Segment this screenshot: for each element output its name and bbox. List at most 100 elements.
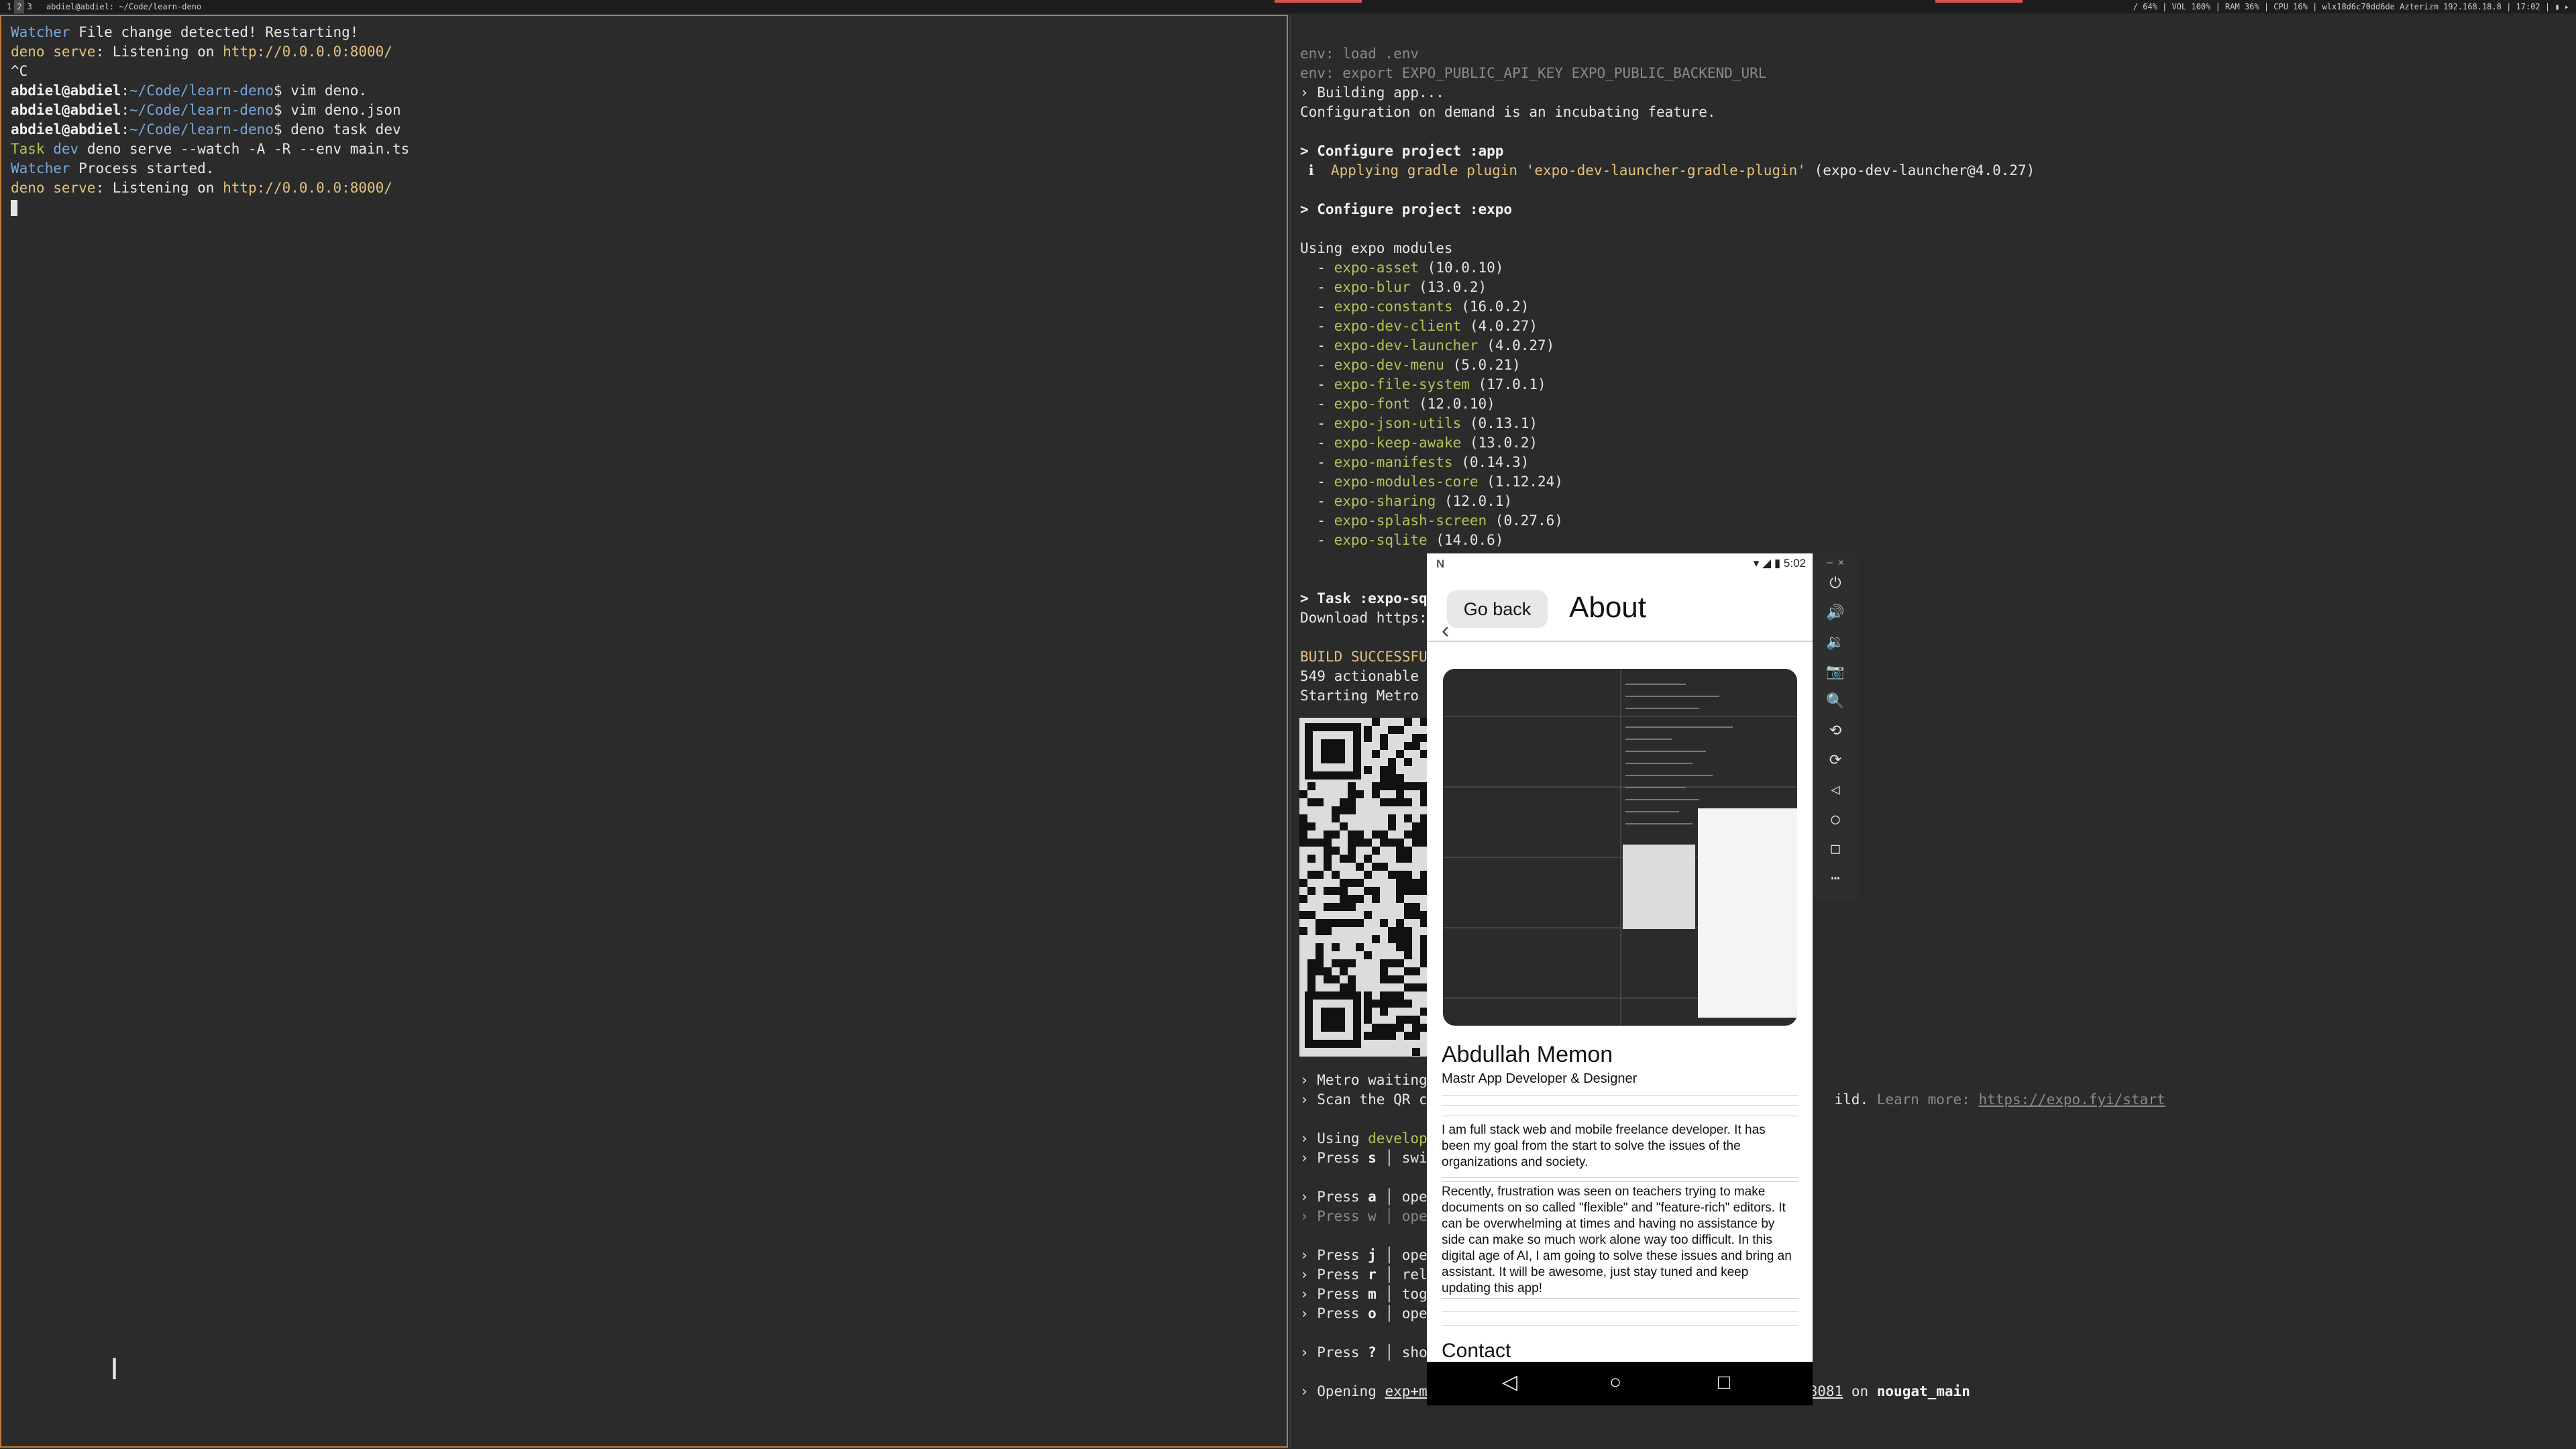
rotate-right-icon[interactable]: ⟳ [1813,752,1858,769]
terminal-text: (0.14.3) [1452,454,1529,470]
qr-module [1388,975,1396,983]
more-icon[interactable]: ⋯ [1813,870,1858,887]
workspace-2[interactable]: 2 [14,0,25,13]
system-status: / 64% | VOL 100% | RAM 36% | CPU 16% | w… [2133,2,2569,11]
qr-module [1412,839,1420,847]
terminal-line: Watcher File change detected! Restarting… [11,23,1277,42]
back-icon[interactable]: ◁ [1813,782,1858,798]
qr-module [1404,1016,1412,1024]
qr-module [1388,766,1396,774]
qr-module [1356,790,1364,798]
terminal-text: expo-dev-client [1334,318,1462,334]
terminal-text: - [1300,532,1334,548]
qr-module [1332,903,1340,911]
qr-code [1299,718,1434,1057]
nav-back-icon[interactable]: ◁ [1502,1373,1517,1393]
qr-module [1412,742,1420,750]
qr-module [1388,758,1396,766]
terminal-text: ^C [11,63,28,79]
terminal-text: expo-dev-menu [1334,357,1444,373]
qr-module [1340,967,1348,975]
qr-module [1372,887,1380,895]
terminal-text: › Press [1300,1150,1368,1166]
go-back-button[interactable]: Go back [1447,590,1548,628]
camera-icon[interactable]: 📷 [1813,663,1858,680]
qr-module [1396,895,1404,903]
image-text-line [1625,727,1733,728]
qr-module [1404,718,1412,726]
qr-module [1307,911,1316,919]
terminal-line: Configuration on demand is an incubating… [1300,103,2567,122]
qr-module [1348,798,1356,806]
qr-module [1380,991,1388,1000]
power-icon[interactable]: ⏻ [1813,575,1858,592]
terminal-line: - expo-dev-client (4.0.27) [1300,317,2567,336]
qr-module [1396,1024,1404,1032]
terminal-text: on [1843,1383,1877,1399]
qr-module [1388,1032,1396,1040]
terminal-line: - expo-dev-launcher (4.0.27) [1300,336,2567,356]
qr-module [1412,734,1420,742]
divider [1442,1105,1799,1106]
volume-up-icon[interactable]: 🔊 [1813,604,1858,621]
qr-module [1356,895,1364,903]
terminal-text: ℹ [1300,162,1331,178]
qr-module [1340,919,1348,927]
workspace-1[interactable]: 1 [4,0,14,13]
qr-module [1316,919,1324,927]
qr-module [1372,718,1380,726]
zoom-icon[interactable]: 🔍 [1813,693,1858,710]
qr-module [1307,839,1316,847]
qr-module [1348,879,1356,887]
terminal-line: - expo-font (12.0.10) [1300,394,2567,414]
home-icon[interactable]: ○ [1813,811,1858,828]
emulator-window-controls[interactable]: – × [1813,557,1858,568]
page-title: About [1569,591,1646,624]
qr-module [1396,943,1404,951]
terminal-text: ? [1368,1344,1377,1360]
text-cursor-icon: I [110,1352,119,1387]
qr-module [1404,887,1412,895]
workspace-3[interactable]: 3 [24,0,34,13]
terminal-text: http://0.0.0.0:8000/ [223,44,392,60]
qr-module [1356,830,1364,839]
qr-module [1364,1008,1372,1016]
terminal-line: Using expo modules [1300,239,2567,258]
terminal-line: ^C [11,62,1277,81]
terminal-line: › Building app... [1300,83,2567,103]
terminal-text: (12.0.10) [1410,396,1495,412]
status-icons: ▾ ◢ ▮ 5:02 [1753,557,1806,570]
qr-module [1340,983,1348,991]
terminal-line: env: export EXPO_PUBLIC_API_KEY EXPO_PUB… [1300,64,2567,83]
qr-module [1332,887,1340,895]
qr-module [1412,903,1420,911]
terminal-text: Starting Metro B [1300,688,1436,704]
qr-module [1348,975,1356,983]
terminal-text: 549 actionable t [1300,668,1436,684]
qr-module [1340,855,1348,863]
left-terminal-pane[interactable]: Watcher File change detected! Restarting… [0,15,1288,1448]
qr-module [1332,806,1340,814]
divider [1442,1311,1799,1312]
nav-home-icon[interactable]: ○ [1609,1373,1621,1393]
qr-module [1348,895,1356,903]
terminal-text: expo-manifests [1334,454,1453,470]
qr-module [1396,959,1404,967]
overview-icon[interactable]: □ [1813,841,1858,857]
terminal-text: expo-blur [1334,279,1411,295]
qr-module [1404,911,1412,919]
terminal-text: › Press [1300,1189,1368,1205]
terminal-text: - [1300,279,1334,295]
android-emulator-screen[interactable]: N ▾ ◢ ▮ 5:02 ‹ Go back About Abdullah Me… [1427,553,1813,1405]
volume-down-icon[interactable]: 🔉 [1813,634,1858,651]
qr-module [1404,943,1412,951]
terminal-text: Process started. [70,160,215,176]
rotate-left-icon[interactable]: ⟲ [1813,722,1858,739]
qr-module [1324,975,1332,983]
qr-module [1388,1024,1396,1032]
terminal-text: - [1300,513,1334,529]
qr-module [1388,935,1396,943]
qr-module [1396,919,1404,927]
nav-recents-icon[interactable]: □ [1718,1373,1730,1393]
